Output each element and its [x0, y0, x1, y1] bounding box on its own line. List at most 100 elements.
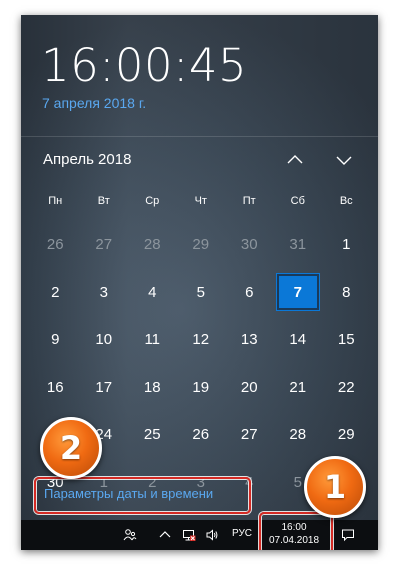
day-cell[interactable]: 26 [177, 411, 226, 459]
day-number: 21 [289, 378, 307, 396]
weekday-label: Чт [194, 195, 207, 207]
day-number: 5 [196, 283, 205, 301]
day-cell[interactable]: 21 [274, 364, 323, 412]
day-number: 30 [240, 236, 258, 254]
day-cell[interactable]: 13 [225, 316, 274, 364]
day-number: 4 [148, 283, 157, 301]
clock-time: 16:00:45 [41, 39, 248, 92]
day-number: 20 [240, 378, 258, 396]
day-cell[interactable]: 20 [225, 364, 274, 412]
day-cell[interactable]: 14 [274, 316, 323, 364]
taskbar-clock-date: 07.04.2018 [268, 535, 320, 546]
day-number: 28 [143, 236, 161, 254]
weekday-header: Пн Вт Ср Чт Пт Сб Вс [31, 191, 371, 211]
day-cell[interactable]: 6 [225, 269, 274, 317]
volume-button[interactable] [202, 520, 222, 550]
day-cell[interactable]: 26 [31, 221, 80, 269]
day-number: 1 [342, 236, 351, 254]
day-cell[interactable]: 2 [31, 269, 80, 317]
day-cell[interactable]: 10 [80, 316, 129, 364]
date-time-settings-link[interactable]: Параметры даты и времени [44, 486, 213, 501]
day-number: 16 [46, 378, 64, 396]
day-number: 28 [289, 426, 307, 444]
day-number: 10 [95, 331, 113, 349]
day-cell[interactable]: 19 [177, 364, 226, 412]
day-cell[interactable]: 28 [274, 411, 323, 459]
day-cell[interactable]: 15 [322, 316, 371, 364]
chevron-up-icon [159, 531, 171, 538]
day-number: 31 [289, 236, 307, 254]
step-2-badge: 2 [40, 417, 102, 479]
weekday-label: Вс [339, 195, 353, 207]
day-cell[interactable]: 27 [225, 411, 274, 459]
day-number: 26 [192, 426, 210, 444]
day-cell[interactable]: 5 [177, 269, 226, 317]
day-cell[interactable]: 31 [274, 221, 323, 269]
day-cell[interactable]: 1 [322, 221, 371, 269]
day-number: 29 [337, 426, 355, 444]
day-number: 8 [342, 283, 351, 301]
network-icon [183, 530, 196, 541]
taskbar: РУС 16:00 07.04.2018 [21, 520, 378, 550]
day-number: 27 [240, 426, 258, 444]
step-1-badge: 1 [304, 456, 366, 518]
day-cell[interactable]: 12 [177, 316, 226, 364]
day-number: 4 [245, 473, 254, 491]
day-cell[interactable]: 4 [128, 269, 177, 317]
day-number: 18 [143, 378, 161, 396]
day-cell[interactable]: 28 [128, 221, 177, 269]
people-icon [123, 529, 137, 541]
day-number: 12 [192, 331, 210, 349]
day-number: 15 [337, 331, 355, 349]
day-cell[interactable]: 4 [225, 459, 274, 507]
day-number: 11 [144, 331, 161, 349]
weekday-label: Пт [242, 195, 256, 207]
day-cell[interactable]: 29 [322, 411, 371, 459]
day-cell-today[interactable]: 7 [274, 269, 323, 317]
weekday-label: Пн [48, 195, 63, 207]
day-cell[interactable]: 9 [31, 316, 80, 364]
day-cell[interactable]: 27 [80, 221, 129, 269]
day-number: 25 [143, 426, 161, 444]
day-number: 6 [245, 283, 254, 301]
action-center-button[interactable] [336, 520, 360, 550]
day-cell[interactable]: 3 [80, 269, 129, 317]
day-cell[interactable]: 17 [80, 364, 129, 412]
people-button[interactable] [119, 520, 141, 550]
language-indicator[interactable]: РУС [232, 528, 252, 539]
notifications-icon [342, 529, 354, 542]
day-cell[interactable]: 25 [128, 411, 177, 459]
month-label[interactable]: Апрель 2018 [43, 151, 131, 168]
day-cell[interactable]: 16 [31, 364, 80, 412]
chevron-up-icon [287, 155, 303, 164]
day-number: 13 [240, 331, 258, 349]
day-cell[interactable]: 18 [128, 364, 177, 412]
network-button[interactable] [179, 520, 199, 550]
day-number: 3 [99, 283, 108, 301]
day-cell[interactable]: 30 [225, 221, 274, 269]
day-cell[interactable]: 22 [322, 364, 371, 412]
day-number: 17 [95, 378, 113, 396]
weekday-label: Ср [145, 195, 160, 207]
day-number: 14 [289, 331, 307, 349]
divider [21, 136, 378, 137]
day-number: 26 [46, 236, 64, 254]
day-cell[interactable]: 8 [322, 269, 371, 317]
day-number: 5 [293, 473, 302, 491]
weekday-label: Сб [290, 195, 305, 207]
volume-icon [206, 529, 218, 541]
weekday-label: Вт [97, 195, 110, 207]
taskbar-clock[interactable]: 16:00 07.04.2018 [264, 521, 324, 549]
next-month-button[interactable] [329, 145, 359, 175]
day-number: 22 [337, 378, 355, 396]
day-number: 29 [192, 236, 210, 254]
previous-month-button[interactable] [280, 145, 310, 175]
chevron-down-icon [336, 156, 352, 165]
day-number: 19 [192, 378, 210, 396]
day-cell[interactable]: 29 [177, 221, 226, 269]
day-number: 27 [95, 236, 113, 254]
day-cell[interactable]: 11 [128, 316, 177, 364]
day-number: 9 [51, 331, 60, 349]
clock-date-link[interactable]: 7 апреля 2018 г. [42, 95, 146, 111]
show-hidden-icons-button[interactable] [155, 520, 175, 550]
